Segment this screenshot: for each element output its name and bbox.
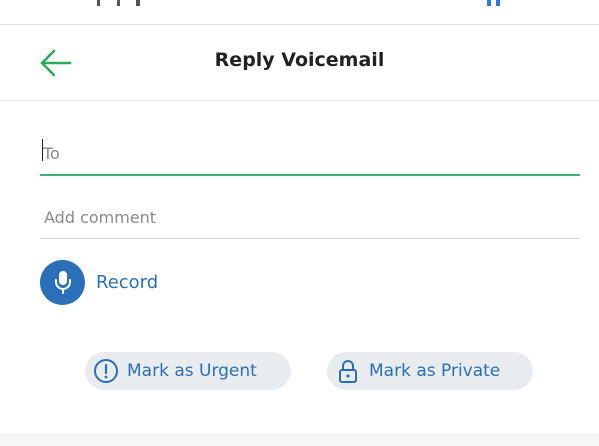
lock-icon (335, 358, 361, 384)
comment-field[interactable] (40, 202, 584, 239)
reply-voicemail-panel: Reply Voicemail Record Mark as Urgent (0, 0, 599, 446)
header-bar: Reply Voicemail (0, 25, 599, 101)
exclamation-circle-icon (93, 358, 119, 384)
to-input[interactable] (40, 138, 583, 168)
clipped-fragment (136, 0, 140, 6)
mark-private-button[interactable]: Mark as Private (327, 352, 533, 390)
mark-urgent-label: Mark as Urgent (127, 361, 257, 381)
page-title: Reply Voicemail (214, 49, 385, 71)
mark-urgent-button[interactable]: Mark as Urgent (85, 352, 291, 390)
clipped-fragment (487, 0, 491, 6)
previous-view-strip (0, 0, 599, 25)
mark-private-label: Mark as Private (369, 361, 501, 381)
clipped-fragment (117, 0, 120, 6)
comment-input[interactable] (40, 202, 584, 232)
text-caret (42, 139, 43, 161)
microphone-icon (40, 259, 85, 305)
clipped-fragment (496, 0, 500, 6)
record-label: Record (96, 271, 159, 293)
record-button[interactable]: Record (40, 259, 159, 305)
bottom-strip (0, 433, 599, 446)
to-field[interactable] (40, 136, 583, 176)
clipped-fragment (97, 0, 100, 6)
